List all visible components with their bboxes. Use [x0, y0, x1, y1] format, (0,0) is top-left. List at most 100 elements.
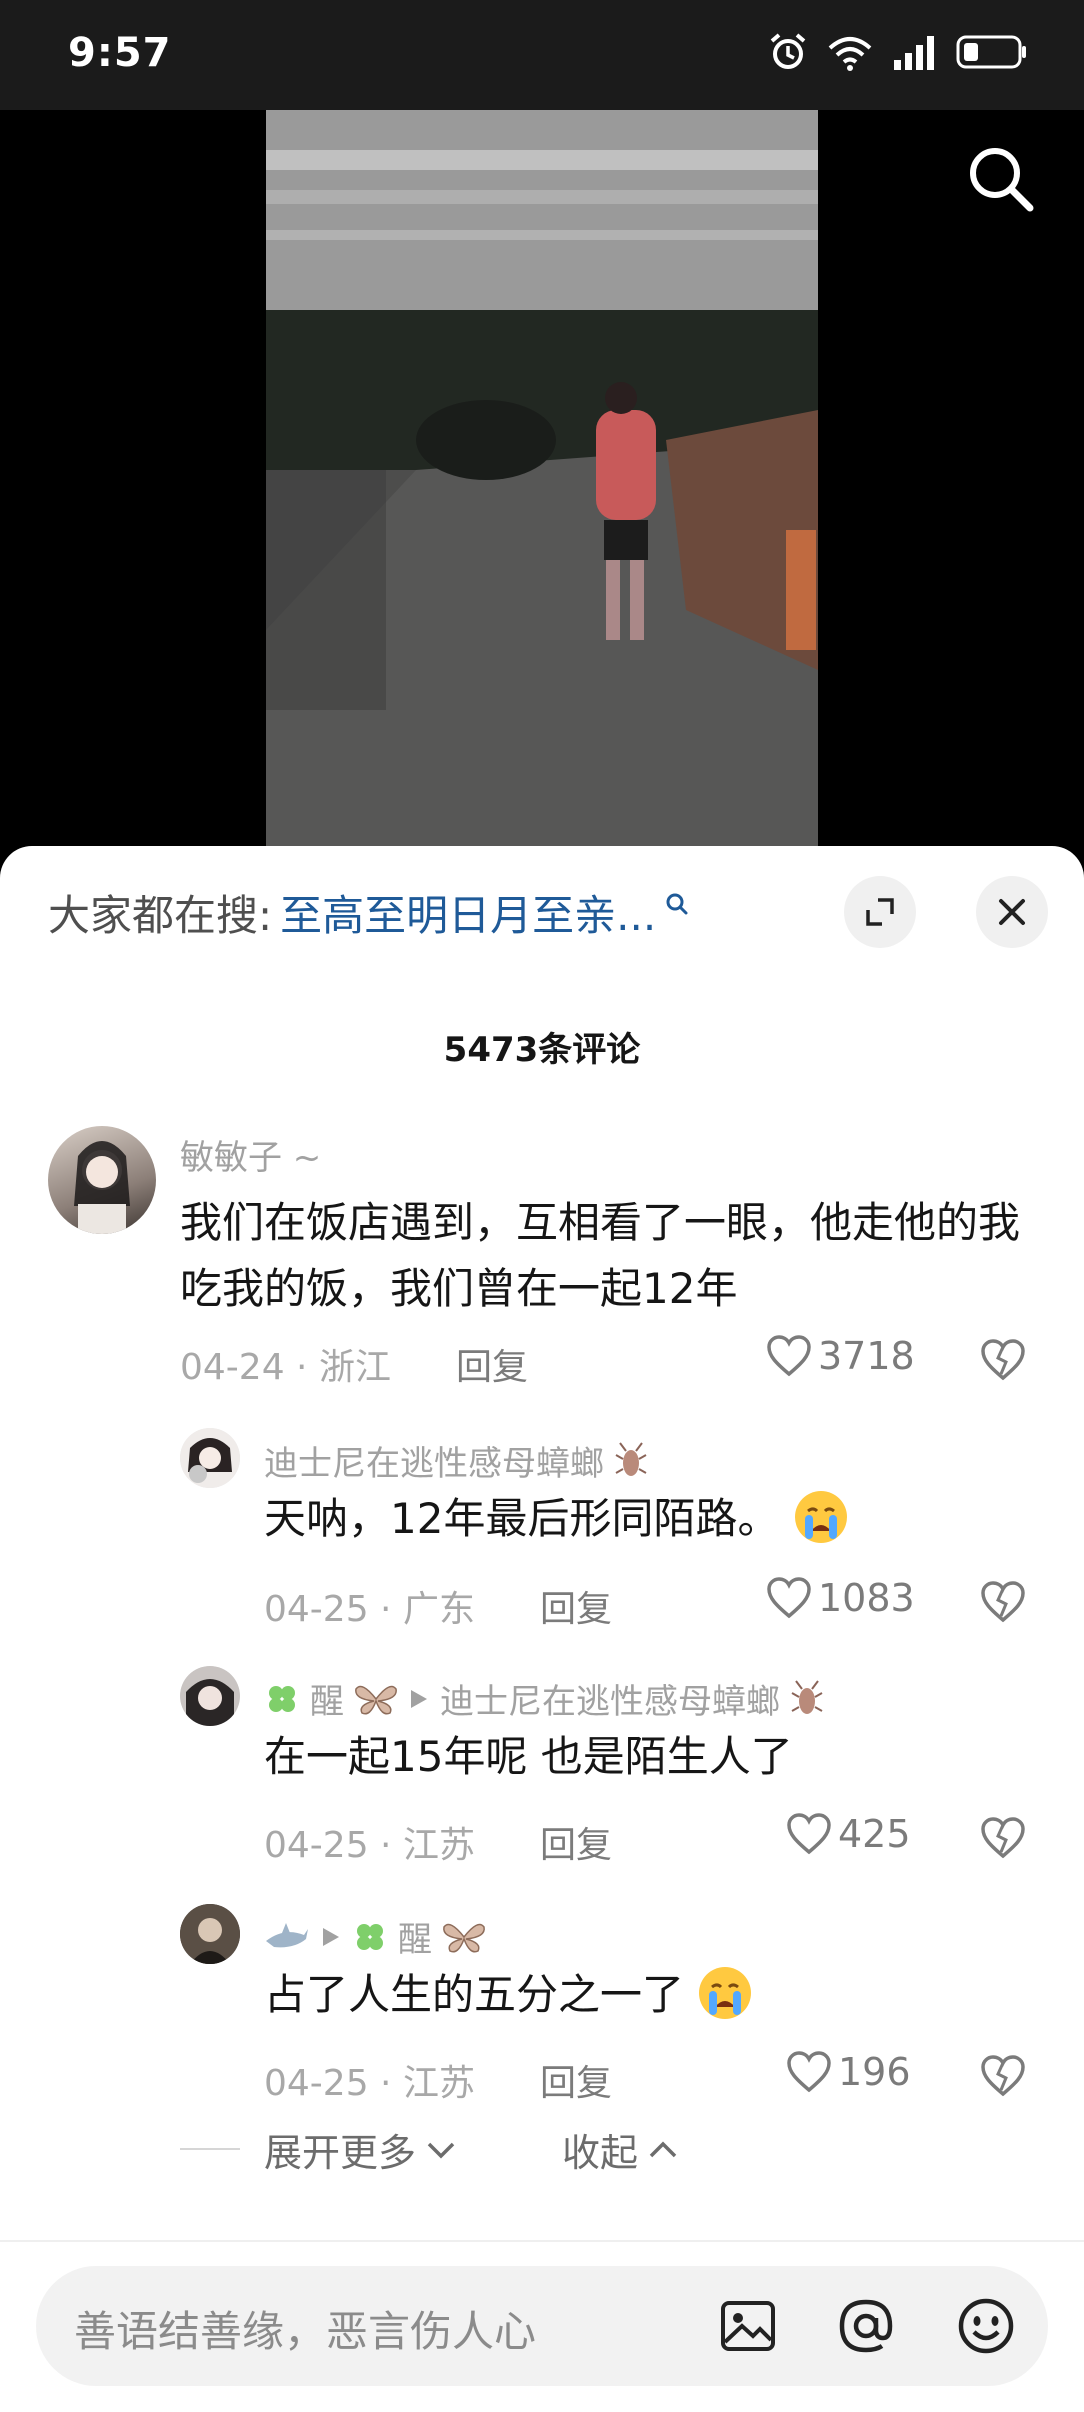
- close-icon: [999, 899, 1025, 925]
- wifi-icon: [828, 37, 872, 71]
- comment-input-bar[interactable]: 善语结善缘，恶言伤人心: [36, 2266, 1048, 2386]
- status-time: 9:57: [68, 30, 172, 76]
- dislike-icon[interactable]: [980, 1816, 1026, 1860]
- reply-username[interactable]: 醒 迪士尼在逃性感母蟑螂: [264, 1674, 824, 1723]
- reply-location: 江苏: [402, 1825, 475, 1866]
- dislike-icon[interactable]: [980, 2054, 1026, 2098]
- reply-text: 在一起15年呢 也是陌生人了: [264, 1732, 793, 1781]
- heart-icon: [787, 2051, 831, 2093]
- cockroach-icon: [615, 1441, 647, 1476]
- alarm-icon: [770, 33, 806, 69]
- hot-search-bar[interactable]: 大家都在搜: 至高至明日月至亲...: [48, 882, 690, 943]
- reply-text: 占了人生的五分之一了: [264, 1962, 1044, 2028]
- avatar[interactable]: [48, 1126, 156, 1234]
- reply-arrow-icon: [323, 1927, 339, 1946]
- like-button[interactable]: 425: [786, 1812, 911, 1856]
- dislike-icon[interactable]: [980, 1580, 1026, 1624]
- comment-item: 敏敏子 ~ 我们在饭店遇到，互相看了一眼，他走他的我吃我的饭，我们曾在一起12年…: [0, 1126, 1084, 1388]
- reply-meta: 04-25 · 广东: [264, 1589, 475, 1630]
- reply-to-username[interactable]: 迪士尼在逃性感母蟑螂: [440, 1674, 780, 1723]
- like-count: 1083: [818, 1576, 915, 1620]
- crying-emoji-icon: [794, 1491, 847, 1543]
- heart-icon: [767, 1335, 811, 1377]
- avatar-image: [180, 1428, 240, 1488]
- comment-count: 5473条评论: [443, 1030, 641, 1070]
- comment-username[interactable]: 敏敏子 ~: [180, 1130, 321, 1179]
- reply-arrow-icon: [411, 1689, 427, 1708]
- collapse-label: 收起: [562, 2131, 639, 2175]
- reply-date: 04-25: [264, 1825, 369, 1866]
- avatar-image: [74, 1141, 130, 1234]
- reply-button[interactable]: 回复: [540, 1816, 612, 1868]
- avatar-image: [180, 1904, 240, 1964]
- reply-button[interactable]: 回复: [540, 2054, 612, 2106]
- reply-username[interactable]: 迪士尼在逃性感母蟑螂: [264, 1436, 648, 1485]
- emoji-icon[interactable]: [956, 2296, 1016, 2356]
- butterfly-icon: [443, 1923, 485, 1952]
- comment-location: 浙江: [318, 1347, 391, 1388]
- reply-button[interactable]: 回复: [540, 1580, 612, 1632]
- at-icon[interactable]: [836, 2296, 896, 2356]
- collapse-button[interactable]: 收起: [562, 2122, 678, 2177]
- avatar[interactable]: [180, 1904, 240, 1964]
- cockroach-icon: [791, 1679, 823, 1714]
- avatar[interactable]: [180, 1428, 240, 1488]
- signal-icon: [894, 36, 934, 70]
- comment-date: 04-24: [180, 1347, 285, 1388]
- like-button[interactable]: 1083: [766, 1576, 915, 1620]
- comment-meta: 04-24 · 浙江: [180, 1347, 391, 1388]
- avatar[interactable]: [180, 1666, 240, 1726]
- reply-item: 迪士尼在逃性感母蟑螂 天呐，12年最后形同陌路。 04-25 · 广东 回复 1…: [0, 1428, 1084, 1638]
- like-count: 3718: [818, 1334, 915, 1378]
- dislike-icon[interactable]: [980, 1338, 1026, 1382]
- clover-icon: [357, 1923, 383, 1950]
- reply-item: 醒 迪士尼在逃性感母蟑螂 在一起15年呢 也是陌生人了 04-25 · 江苏 回…: [0, 1666, 1084, 1876]
- close-button[interactable]: [976, 876, 1048, 948]
- image-icon[interactable]: [718, 2296, 778, 2356]
- like-button[interactable]: 3718: [766, 1334, 915, 1378]
- expand-icon: [866, 898, 894, 926]
- reply-text-body: 占了人生的五分之一了: [264, 1970, 685, 2019]
- reply-username-text: 迪士尼在逃性感母蟑螂: [264, 1444, 604, 1484]
- reply-to-username[interactable]: 醒: [398, 1912, 432, 1961]
- reply-location: 广东: [402, 1589, 475, 1630]
- video-frame[interactable]: [266, 110, 818, 852]
- battery-icon: [956, 35, 1026, 69]
- reply-location: 江苏: [402, 2063, 475, 2104]
- video-scene-image: [266, 110, 818, 852]
- comment-input[interactable]: 善语结善缘，恶言伤人心: [74, 2298, 536, 2359]
- comment-text: 我们在饭店遇到，互相看了一眼，他走他的我吃我的饭，我们曾在一起12年: [180, 1198, 1021, 1313]
- hot-search-term[interactable]: 至高至明日月至亲...: [280, 882, 656, 943]
- heart-icon: [767, 1577, 811, 1619]
- divider-line: [180, 2148, 240, 2150]
- like-count: 425: [838, 1812, 911, 1856]
- like-button[interactable]: 196: [786, 2050, 911, 2094]
- crying-emoji-icon: [699, 1967, 752, 2019]
- expand-sheet-button[interactable]: [844, 876, 916, 948]
- reply-button[interactable]: 回复: [456, 1338, 528, 1390]
- reply-text-body: 天呐，12年最后形同陌路。: [264, 1494, 780, 1543]
- reply-date: 04-25: [264, 1589, 369, 1630]
- reply-meta: 04-25 · 江苏: [264, 1825, 475, 1866]
- expand-more-label: 展开更多: [264, 2131, 417, 2175]
- clover-icon: [269, 1685, 295, 1712]
- expand-more-button[interactable]: 展开更多: [264, 2122, 456, 2177]
- input-divider: [0, 2240, 1084, 2242]
- hot-search-prefix: 大家都在搜:: [48, 891, 273, 940]
- heart-icon: [787, 1813, 831, 1855]
- reply-meta: 04-25 · 江苏: [264, 2063, 475, 2104]
- search-icon[interactable]: [966, 144, 1036, 214]
- butterfly-icon: [355, 1685, 397, 1714]
- video-player[interactable]: [0, 110, 1084, 852]
- chevron-up-icon: [649, 2141, 677, 2157]
- reply-username[interactable]: 醒: [264, 1912, 486, 1961]
- reply-item: 醒 占了人生的五分之一了 04-25 · 江苏 回复 196: [0, 1904, 1084, 2114]
- small-search-icon: [666, 893, 688, 914]
- like-count: 196: [838, 2050, 911, 2094]
- status-bar: 9:57: [0, 0, 1084, 110]
- chevron-down-icon: [427, 2142, 455, 2158]
- shark-icon: [266, 1922, 308, 1947]
- reply-username-text: 醒: [310, 1682, 344, 1722]
- reply-date: 04-25: [264, 2063, 369, 2104]
- reply-text: 天呐，12年最后形同陌路。: [264, 1486, 1044, 1552]
